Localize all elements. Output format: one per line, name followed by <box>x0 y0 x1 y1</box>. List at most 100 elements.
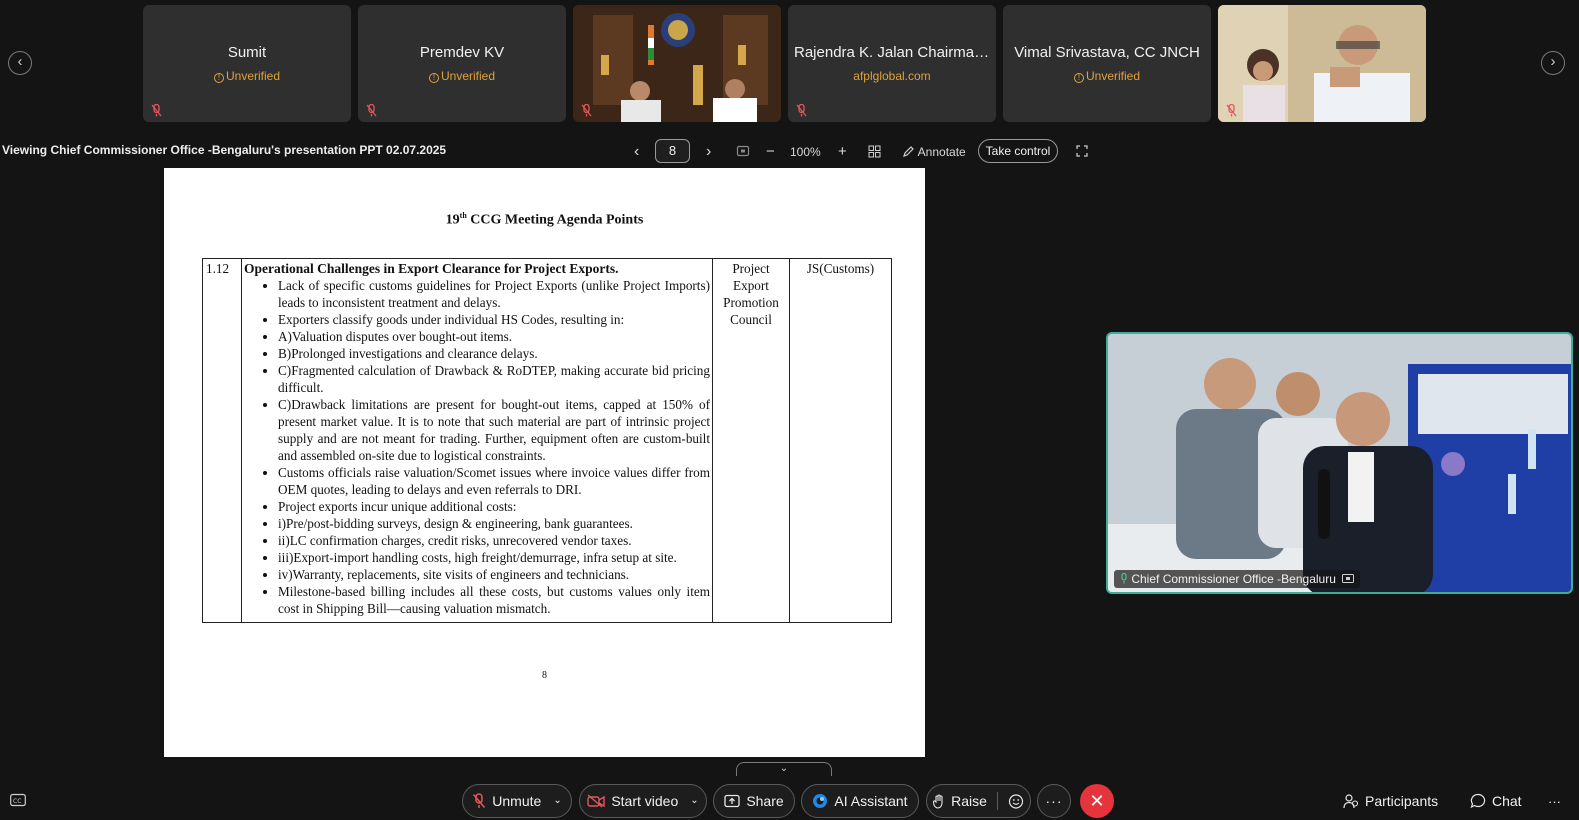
participant-video <box>1218 5 1426 122</box>
participant-status: ! Unverified <box>358 69 566 83</box>
list-item: Milestone-based billing includes all the… <box>278 583 710 617</box>
participant-tile-sumit[interactable]: Sumit ! Unverified <box>143 5 351 122</box>
start-video-label: Start video <box>611 793 679 809</box>
chat-button[interactable]: Chat <box>1470 791 1522 811</box>
active-speaker-video[interactable]: Chief Commissioner Office -Bengaluru <box>1106 332 1573 594</box>
participant-tile-premdev[interactable]: Premdev KV ! Unverified <box>358 5 566 122</box>
page-number-input[interactable]: 8 <box>655 139 690 163</box>
share-button[interactable]: Share <box>713 784 795 818</box>
mic-muted-icon <box>796 104 807 117</box>
participant-tile-vimal[interactable]: Vimal Srivastava, CC JNCH ! Unverified <box>1003 5 1211 122</box>
participant-video-tile-2[interactable] <box>1218 5 1426 122</box>
people-icon <box>1343 794 1359 809</box>
raise-label: Raise <box>951 793 987 809</box>
collapse-toolbar-button[interactable]: ⌄ <box>736 762 832 776</box>
pen-icon <box>903 146 914 157</box>
list-item: Customs officials raise valuation/Scomet… <box>278 464 710 498</box>
mic-muted-icon <box>1226 104 1237 117</box>
participant-domain: afplglobal.com <box>853 69 931 83</box>
fit-page-button[interactable] <box>736 141 750 163</box>
item-description: Operational Challenges in Export Clearan… <box>241 258 713 623</box>
prev-participants-button[interactable]: ‹ <box>8 51 32 75</box>
ai-assistant-icon <box>813 794 828 808</box>
take-control-button[interactable]: Take control <box>978 139 1058 163</box>
participant-video <box>573 5 781 122</box>
participants-label: Participants <box>1365 793 1439 809</box>
participant-tile-rajendra[interactable]: Rajendra K. Jalan Chairman... afplglobal… <box>788 5 996 122</box>
list-item: B)Prolonged investigations and clearance… <box>278 345 710 362</box>
table-row: 1.12 Operational Challenges in Export Cl… <box>202 258 892 623</box>
participant-name: Sumit <box>227 44 267 61</box>
more-options-button[interactable]: ··· <box>1037 784 1071 818</box>
meeting-window: ‹ › Sumit ! Unverified Premdev KV ! Unveri… <box>0 0 1579 820</box>
previous-page-button[interactable]: ‹ <box>634 141 639 163</box>
list-item: iii)Export-import handling costs, high f… <box>278 549 710 566</box>
annotate-label: Annotate <box>917 145 966 159</box>
share-label: Share <box>746 793 784 809</box>
next-participants-button[interactable]: › <box>1541 51 1565 75</box>
item-bullets: Lack of specific customs guidelines for … <box>278 277 710 617</box>
slide-title: 19th CCG Meeting Agenda Points <box>445 211 644 228</box>
slide-page-number: 8 <box>542 670 547 681</box>
screen-share-icon <box>1342 574 1355 583</box>
unmute-button[interactable]: Unmute ⌄ <box>462 784 572 818</box>
start-video-button[interactable]: Start video ⌄ <box>579 784 707 818</box>
chevron-down-icon[interactable]: ⌄ <box>553 785 561 817</box>
mic-muted-icon <box>581 104 592 117</box>
raise-hand-button[interactable]: Raise <box>926 784 1031 818</box>
participant-name: Vimal Srivastava, CC JNCH <box>1014 44 1200 61</box>
raise-hand-icon <box>933 793 943 809</box>
warning-icon: ! <box>1073 73 1084 83</box>
chat-label: Chat <box>1492 793 1522 809</box>
leave-meeting-button[interactable]: ✕ <box>1080 784 1114 818</box>
list-item: Exporters classify goods under individua… <box>278 311 710 328</box>
fullscreen-button[interactable] <box>1076 141 1088 163</box>
participant-status: ! Unverified <box>1003 69 1211 83</box>
speaker-name-label: Chief Commissioner Office -Bengaluru <box>1114 570 1361 588</box>
chat-icon <box>1470 793 1486 809</box>
video-off-icon <box>587 794 606 808</box>
shared-slide: 19th CCG Meeting Agenda Points 1.12 Oper… <box>164 168 925 757</box>
annotate-button[interactable]: Annotate <box>902 141 966 163</box>
zoom-out-button[interactable]: − <box>766 141 775 163</box>
divider <box>996 792 998 810</box>
share-icon <box>724 794 740 808</box>
ai-assistant-label: AI Assistant <box>834 793 908 809</box>
zoom-in-button[interactable]: + <box>838 141 847 163</box>
participants-button[interactable]: Participants <box>1343 791 1438 811</box>
captions-button[interactable]: CC <box>10 793 26 812</box>
item-number: 1.12 <box>202 258 242 623</box>
list-item: C)Fragmented calculation of Drawback & R… <box>278 362 710 396</box>
close-icon: ✕ <box>1089 791 1105 811</box>
more-icon: ··· <box>1548 793 1561 809</box>
warning-icon: ! <box>213 73 224 83</box>
mic-muted-icon <box>151 104 162 117</box>
participant-name: Premdev KV <box>419 44 505 61</box>
mic-muted-icon <box>366 104 377 117</box>
more-menu-button[interactable]: ··· <box>1548 791 1561 811</box>
warning-icon: ! <box>428 73 439 83</box>
list-item: Lack of specific customs guidelines for … <box>278 277 710 311</box>
unmute-label: Unmute <box>492 793 542 809</box>
participant-status: ! Unverified <box>143 69 351 83</box>
reactions-icon[interactable] <box>1008 793 1024 809</box>
raised-by: Project Export Promotion Council <box>712 258 790 623</box>
zoom-level: 100% <box>790 145 821 159</box>
item-heading: Operational Challenges in Export Clearan… <box>244 261 619 276</box>
fullscreen-icon <box>1076 145 1088 157</box>
next-page-button[interactable]: › <box>706 141 711 163</box>
chevron-down-icon[interactable]: ⌄ <box>690 785 698 817</box>
thumbnails-button[interactable] <box>868 141 881 163</box>
list-item: i)Pre/post-bidding surveys, design & eng… <box>278 515 710 532</box>
participant-name: Rajendra K. Jalan Chairman... <box>794 44 990 61</box>
participant-video-tile-1[interactable] <box>573 5 781 122</box>
ai-assistant-button[interactable]: AI Assistant <box>801 784 919 818</box>
list-item: C)Drawback limitations are present for b… <box>278 396 710 464</box>
mic-muted-icon <box>473 793 486 808</box>
mic-icon <box>1121 572 1127 584</box>
fit-page-icon <box>736 145 750 157</box>
list-item: A)Valuation disputes over bought-out ite… <box>278 328 710 345</box>
list-item: iv)Warranty, replacements, site visits o… <box>278 566 710 583</box>
more-icon: ··· <box>1045 793 1063 809</box>
grid-icon <box>868 145 881 158</box>
